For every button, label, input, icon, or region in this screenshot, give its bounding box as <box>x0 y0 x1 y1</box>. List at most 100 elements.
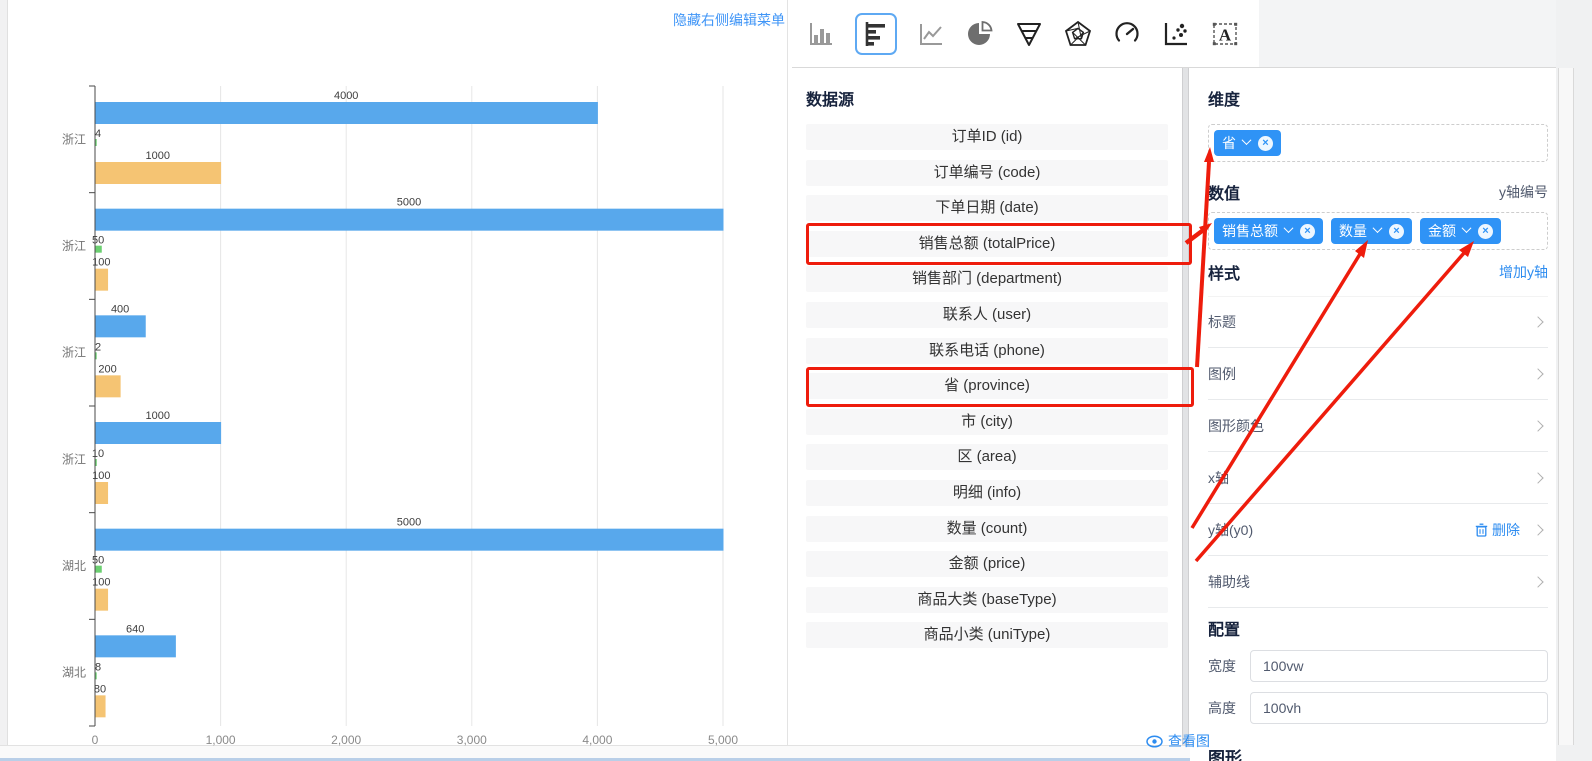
pie-chart-icon[interactable] <box>965 19 995 49</box>
height-label: 高度 <box>1208 698 1236 718</box>
view-chart-link[interactable]: 查看图 <box>1146 731 1210 751</box>
chevron-down-icon[interactable] <box>1462 223 1472 233</box>
trash-icon <box>1475 523 1488 537</box>
line-chart-icon[interactable] <box>916 19 946 49</box>
window-right-zone <box>1556 0 1592 761</box>
eye-icon <box>1146 735 1163 748</box>
dimension-tag-province[interactable]: 省 <box>1214 130 1281 156</box>
svg-text:浙江: 浙江 <box>62 132 86 146</box>
svg-text:5000: 5000 <box>397 517 421 529</box>
config-title: 配置 <box>1208 616 1548 640</box>
svg-text:8: 8 <box>95 661 101 673</box>
field-item-province[interactable]: 省 (province) <box>806 373 1168 399</box>
scrollbar-track[interactable] <box>1558 68 1574 745</box>
svg-text:湖北: 湖北 <box>62 665 86 680</box>
chart-preview-panel: 01,0002,0003,0004,0005,000浙江400041000浙江5… <box>8 0 788 745</box>
chevron-down-icon[interactable] <box>1284 223 1294 233</box>
chevron-right-icon <box>1532 472 1543 483</box>
value-tag-totalprice[interactable]: 销售总额 <box>1214 218 1323 244</box>
style-row-x-axis[interactable]: x轴 <box>1208 452 1548 504</box>
svg-text:浙江: 浙江 <box>62 452 86 466</box>
width-label: 宽度 <box>1208 656 1236 676</box>
remove-tag-icon[interactable] <box>1258 136 1273 151</box>
field-item-totalprice[interactable]: 销售总额 (totalPrice) <box>806 231 1168 257</box>
tag-label: 省 <box>1222 133 1236 153</box>
svg-text:4000: 4000 <box>334 90 358 102</box>
svg-text:湖北: 湖北 <box>62 558 86 573</box>
config-panel: 维度 省 数值 y轴编号 销售总额 数量 金额 样式 增加y轴 <box>1190 68 1556 761</box>
style-row-y-axis-y0[interactable]: y轴(y0) 删除 <box>1208 504 1548 556</box>
chevron-right-icon <box>1532 524 1543 535</box>
svg-text:100: 100 <box>92 470 110 482</box>
style-row-title[interactable]: 标题 <box>1208 296 1548 348</box>
chevron-right-icon <box>1532 420 1543 431</box>
height-input[interactable] <box>1250 692 1548 724</box>
field-item-area[interactable]: 区 (area) <box>806 444 1168 470</box>
field-item-phone[interactable]: 联系电话 (phone) <box>806 338 1168 364</box>
style-row-legend[interactable]: 图例 <box>1208 348 1548 400</box>
add-y-axis-link[interactable]: 增加y轴 <box>1499 262 1548 282</box>
field-item-date[interactable]: 下单日期 (date) <box>806 195 1168 221</box>
svg-text:1,000: 1,000 <box>206 733 236 747</box>
svg-text:200: 200 <box>98 363 116 375</box>
text-element-icon[interactable]: A <box>1210 19 1240 49</box>
svg-text:0: 0 <box>92 733 99 747</box>
svg-text:1000: 1000 <box>146 150 170 162</box>
field-item-unitype[interactable]: 商品小类 (uniType) <box>806 622 1168 648</box>
chevron-right-icon <box>1532 576 1543 587</box>
field-item-code[interactable]: 订单编号 (code) <box>806 160 1168 186</box>
field-item-count[interactable]: 数量 (count) <box>806 516 1168 542</box>
chevron-right-icon <box>1532 316 1543 327</box>
scatter-chart-icon[interactable] <box>1161 19 1191 49</box>
field-item-city[interactable]: 市 (city) <box>806 409 1168 435</box>
view-chart-label: 查看图 <box>1168 731 1210 751</box>
chart-type-toolbar: A <box>792 0 1556 68</box>
svg-text:5000: 5000 <box>397 197 421 209</box>
tag-label: 金额 <box>1428 221 1456 241</box>
toolbar-empty-area <box>1259 0 1556 67</box>
field-item-basetype[interactable]: 商品大类 (baseType) <box>806 587 1168 613</box>
svg-text:100: 100 <box>92 257 110 269</box>
svg-text:400: 400 <box>111 303 129 315</box>
values-title: 数值 <box>1208 180 1240 204</box>
field-item-price[interactable]: 金额 (price) <box>806 551 1168 577</box>
dimension-drop-zone[interactable]: 省 <box>1208 124 1548 162</box>
field-item-info[interactable]: 明细 (info) <box>806 480 1168 506</box>
dimension-title: 维度 <box>1208 86 1548 110</box>
value-tag-count[interactable]: 数量 <box>1331 218 1412 244</box>
svg-text:10: 10 <box>92 448 104 460</box>
field-item-department[interactable]: 销售部门 (department) <box>806 266 1168 292</box>
panel-divider[interactable] <box>1182 68 1189 745</box>
datasource-title: 数据源 <box>806 86 1168 110</box>
funnel-chart-icon[interactable] <box>1014 19 1044 49</box>
field-item-id[interactable]: 订单ID (id) <box>806 124 1168 150</box>
style-title: 样式 <box>1208 260 1240 284</box>
radar-chart-icon[interactable] <box>1063 19 1093 49</box>
value-tag-price[interactable]: 金额 <box>1420 218 1501 244</box>
graph-section-title: 图形 <box>1208 744 1548 761</box>
style-row-list: 标题 图例 图形颜色 x轴 y轴(y0) 删除 辅助线 <box>1208 296 1548 608</box>
width-input[interactable] <box>1250 650 1548 682</box>
style-row-guide-line[interactable]: 辅助线 <box>1208 556 1548 608</box>
svg-text:4,000: 4,000 <box>582 733 612 747</box>
chevron-down-icon[interactable] <box>1242 135 1252 145</box>
values-drop-zone[interactable]: 销售总额 数量 金额 <box>1208 212 1548 250</box>
window-left-edge <box>0 0 8 745</box>
svg-text:浙江: 浙江 <box>62 239 86 253</box>
hide-right-menu-link[interactable]: 隐藏右侧编辑菜单 <box>673 10 785 30</box>
tag-label: 数量 <box>1339 221 1367 241</box>
svg-text:80: 80 <box>94 683 106 695</box>
horizontal-bar-chart-icon-selected[interactable] <box>855 13 897 55</box>
bar-chart-icon[interactable] <box>806 19 836 49</box>
datasource-panel: 数据源 订单ID (id) 订单编号 (code) 下单日期 (date) 销售… <box>792 68 1182 745</box>
chevron-right-icon <box>1532 368 1543 379</box>
chevron-down-icon[interactable] <box>1373 223 1383 233</box>
svg-text:1000: 1000 <box>146 410 170 422</box>
gauge-chart-icon[interactable] <box>1112 19 1142 49</box>
field-item-user[interactable]: 联系人 (user) <box>806 302 1168 328</box>
remove-tag-icon[interactable] <box>1389 224 1404 239</box>
delete-y-axis-button[interactable]: 删除 <box>1475 520 1520 540</box>
style-row-shape-color[interactable]: 图形颜色 <box>1208 400 1548 452</box>
remove-tag-icon[interactable] <box>1300 224 1315 239</box>
remove-tag-icon[interactable] <box>1478 224 1493 239</box>
